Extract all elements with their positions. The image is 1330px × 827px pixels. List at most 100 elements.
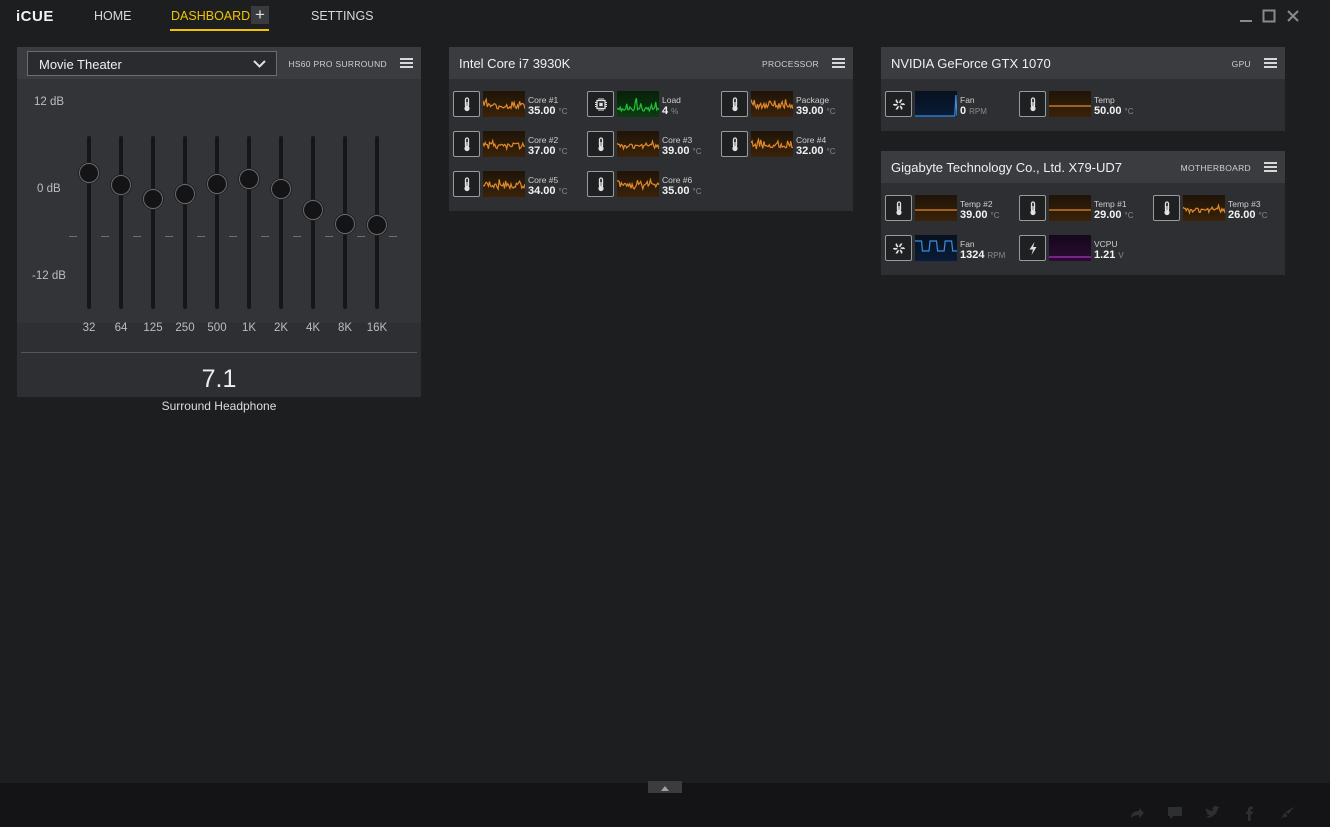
gpu-widget: NVIDIA GeForce GTX 1070 GPU Fan 0 RPM Temp 5… — [881, 47, 1285, 131]
nav-settings[interactable]: SETTINGS — [311, 9, 374, 23]
eq-preset-dropdown[interactable]: Movie Theater — [27, 51, 277, 76]
thermometer-icon[interactable] — [721, 91, 748, 117]
eq-frequency-label: 500 — [207, 322, 227, 334]
sensor-tile[interactable]: Temp #3 26.00 °C — [1149, 195, 1269, 221]
sensor-tile[interactable]: Core #6 35.00 °C — [583, 171, 703, 197]
chevron-up-icon — [661, 786, 669, 791]
sensor-graph[interactable] — [915, 235, 957, 261]
eq-slider-knob[interactable] — [335, 214, 355, 235]
sensor-graph[interactable] — [750, 91, 794, 117]
thermometer-icon[interactable] — [1019, 91, 1046, 117]
sensor-graph[interactable] — [1049, 235, 1091, 261]
sensor-graph[interactable] — [616, 131, 660, 157]
eq-slider-knob[interactable] — [111, 175, 131, 196]
collapse-panel-button[interactable] — [648, 781, 682, 793]
corsair-logo-icon[interactable] — [1279, 804, 1297, 822]
nav-dashboard[interactable]: DASHBOARD — [171, 9, 250, 23]
zero-db-marker — [165, 236, 173, 237]
sensor-tile[interactable]: Core #2 37.00 °C — [449, 131, 569, 157]
sensor-graph[interactable] — [1182, 195, 1226, 221]
minimize-icon[interactable] — [1238, 8, 1254, 24]
maximize-icon[interactable] — [1261, 8, 1277, 24]
thermometer-icon[interactable] — [885, 195, 912, 221]
thermometer-icon[interactable] — [587, 171, 614, 197]
thermometer-icon[interactable] — [453, 131, 480, 157]
eq-slider-knob[interactable] — [207, 174, 227, 195]
sensor-graph[interactable] — [1049, 195, 1091, 221]
fan-icon[interactable] — [885, 235, 912, 261]
sensor-graph[interactable] — [616, 91, 660, 117]
sensor-graph[interactable] — [482, 91, 526, 117]
thermometer-icon[interactable] — [721, 131, 748, 157]
sensor-tile[interactable]: Core #4 32.00 °C — [717, 131, 837, 157]
eq-slider-track[interactable] — [247, 136, 251, 309]
sensor-value: 37.00 — [528, 145, 556, 157]
sensor-graph[interactable] — [616, 171, 660, 197]
thermometer-icon[interactable] — [1153, 195, 1180, 221]
eq-slider-track[interactable] — [87, 136, 91, 309]
share-icon[interactable] — [1128, 804, 1146, 822]
sensor-graph[interactable] — [750, 131, 794, 157]
sensor-graph[interactable] — [1049, 91, 1091, 117]
sensor-tile[interactable]: Temp #2 39.00 °C — [881, 195, 1001, 221]
eq-menu-icon[interactable] — [400, 58, 413, 69]
thermometer-icon[interactable] — [453, 91, 480, 117]
gpu-title: NVIDIA GeForce GTX 1070 — [891, 56, 1051, 71]
eq-slider-knob[interactable] — [367, 215, 387, 236]
eq-slider-track[interactable] — [151, 136, 155, 309]
surround-mode-value: 7.1 — [201, 365, 237, 393]
add-dashboard-button[interactable]: + — [251, 6, 269, 24]
sensor-tile[interactable]: VCPU 1.21 V — [1015, 235, 1135, 261]
chat-icon[interactable] — [1166, 804, 1184, 822]
sensor-tile[interactable]: Core #1 35.00 °C — [449, 91, 569, 117]
sensor-unit: °C — [990, 211, 1000, 220]
sensor-value: 32.00 — [796, 145, 824, 157]
gpu-menu-icon[interactable] — [1264, 58, 1277, 69]
eq-slider-track[interactable] — [279, 136, 283, 309]
eq-slider-knob[interactable] — [143, 188, 163, 209]
eq-slider-knob[interactable] — [79, 162, 99, 183]
fan-icon[interactable] — [885, 91, 912, 117]
processor-menu-icon[interactable] — [832, 58, 845, 69]
eq-slider-track[interactable] — [183, 136, 187, 309]
thermometer-icon[interactable] — [587, 131, 614, 157]
eq-slider-knob[interactable] — [175, 183, 195, 204]
sensor-value: 39.00 — [662, 145, 690, 157]
sensor-tile[interactable]: Temp #1 29.00 °C — [1015, 195, 1135, 221]
cpu-chip-icon[interactable] — [587, 91, 614, 117]
sensor-graph[interactable] — [915, 195, 957, 221]
eq-slider-track[interactable] — [311, 136, 315, 309]
eq-slider-knob[interactable] — [271, 178, 291, 199]
sensor-graph[interactable] — [482, 171, 526, 197]
twitter-icon[interactable] — [1203, 804, 1221, 822]
surround-mode-label: Surround Headphone — [161, 399, 277, 413]
sensor-tile[interactable]: Core #3 39.00 °C — [583, 131, 703, 157]
thermometer-icon[interactable] — [453, 171, 480, 197]
sensor-value: 29.00 — [1094, 209, 1122, 221]
sensor-value: 35.00 — [662, 185, 690, 197]
eq-slider-track[interactable] — [119, 136, 123, 309]
sensor-tile[interactable]: Package 39.00 °C — [717, 91, 837, 117]
sensor-tile[interactable]: Fan 1324 RPM — [881, 235, 1005, 261]
eq-slider-knob[interactable] — [303, 199, 323, 220]
eq-slider-track[interactable] — [215, 136, 219, 309]
sensor-unit: RPM — [987, 251, 1006, 260]
facebook-icon[interactable] — [1240, 804, 1258, 822]
thermometer-icon[interactable] — [1019, 195, 1046, 221]
close-icon[interactable] — [1285, 8, 1301, 24]
sensor-tile[interactable]: Core #5 34.00 °C — [449, 171, 569, 197]
sensor-tile[interactable]: Fan 0 RPM — [881, 91, 1001, 117]
processor-widget: Intel Core i7 3930K PROCESSOR Core #1 35.… — [449, 47, 853, 211]
processor-title: Intel Core i7 3930K — [459, 56, 571, 71]
sensor-unit: °C — [558, 107, 568, 116]
motherboard-menu-icon[interactable] — [1264, 162, 1277, 173]
sensor-name: Core #6 — [662, 175, 693, 185]
sensor-graph[interactable] — [482, 131, 526, 157]
lightning-icon[interactable] — [1019, 235, 1046, 261]
equalizer-widget: Movie Theater HS60 PRO SURROUND 12 dB 0 … — [17, 47, 421, 413]
eq-slider-knob[interactable] — [239, 168, 259, 189]
sensor-graph[interactable] — [915, 91, 958, 117]
nav-home[interactable]: HOME — [94, 9, 132, 23]
sensor-tile[interactable]: Load 4% — [583, 91, 703, 117]
sensor-tile[interactable]: Temp 50.00 °C — [1015, 91, 1135, 117]
